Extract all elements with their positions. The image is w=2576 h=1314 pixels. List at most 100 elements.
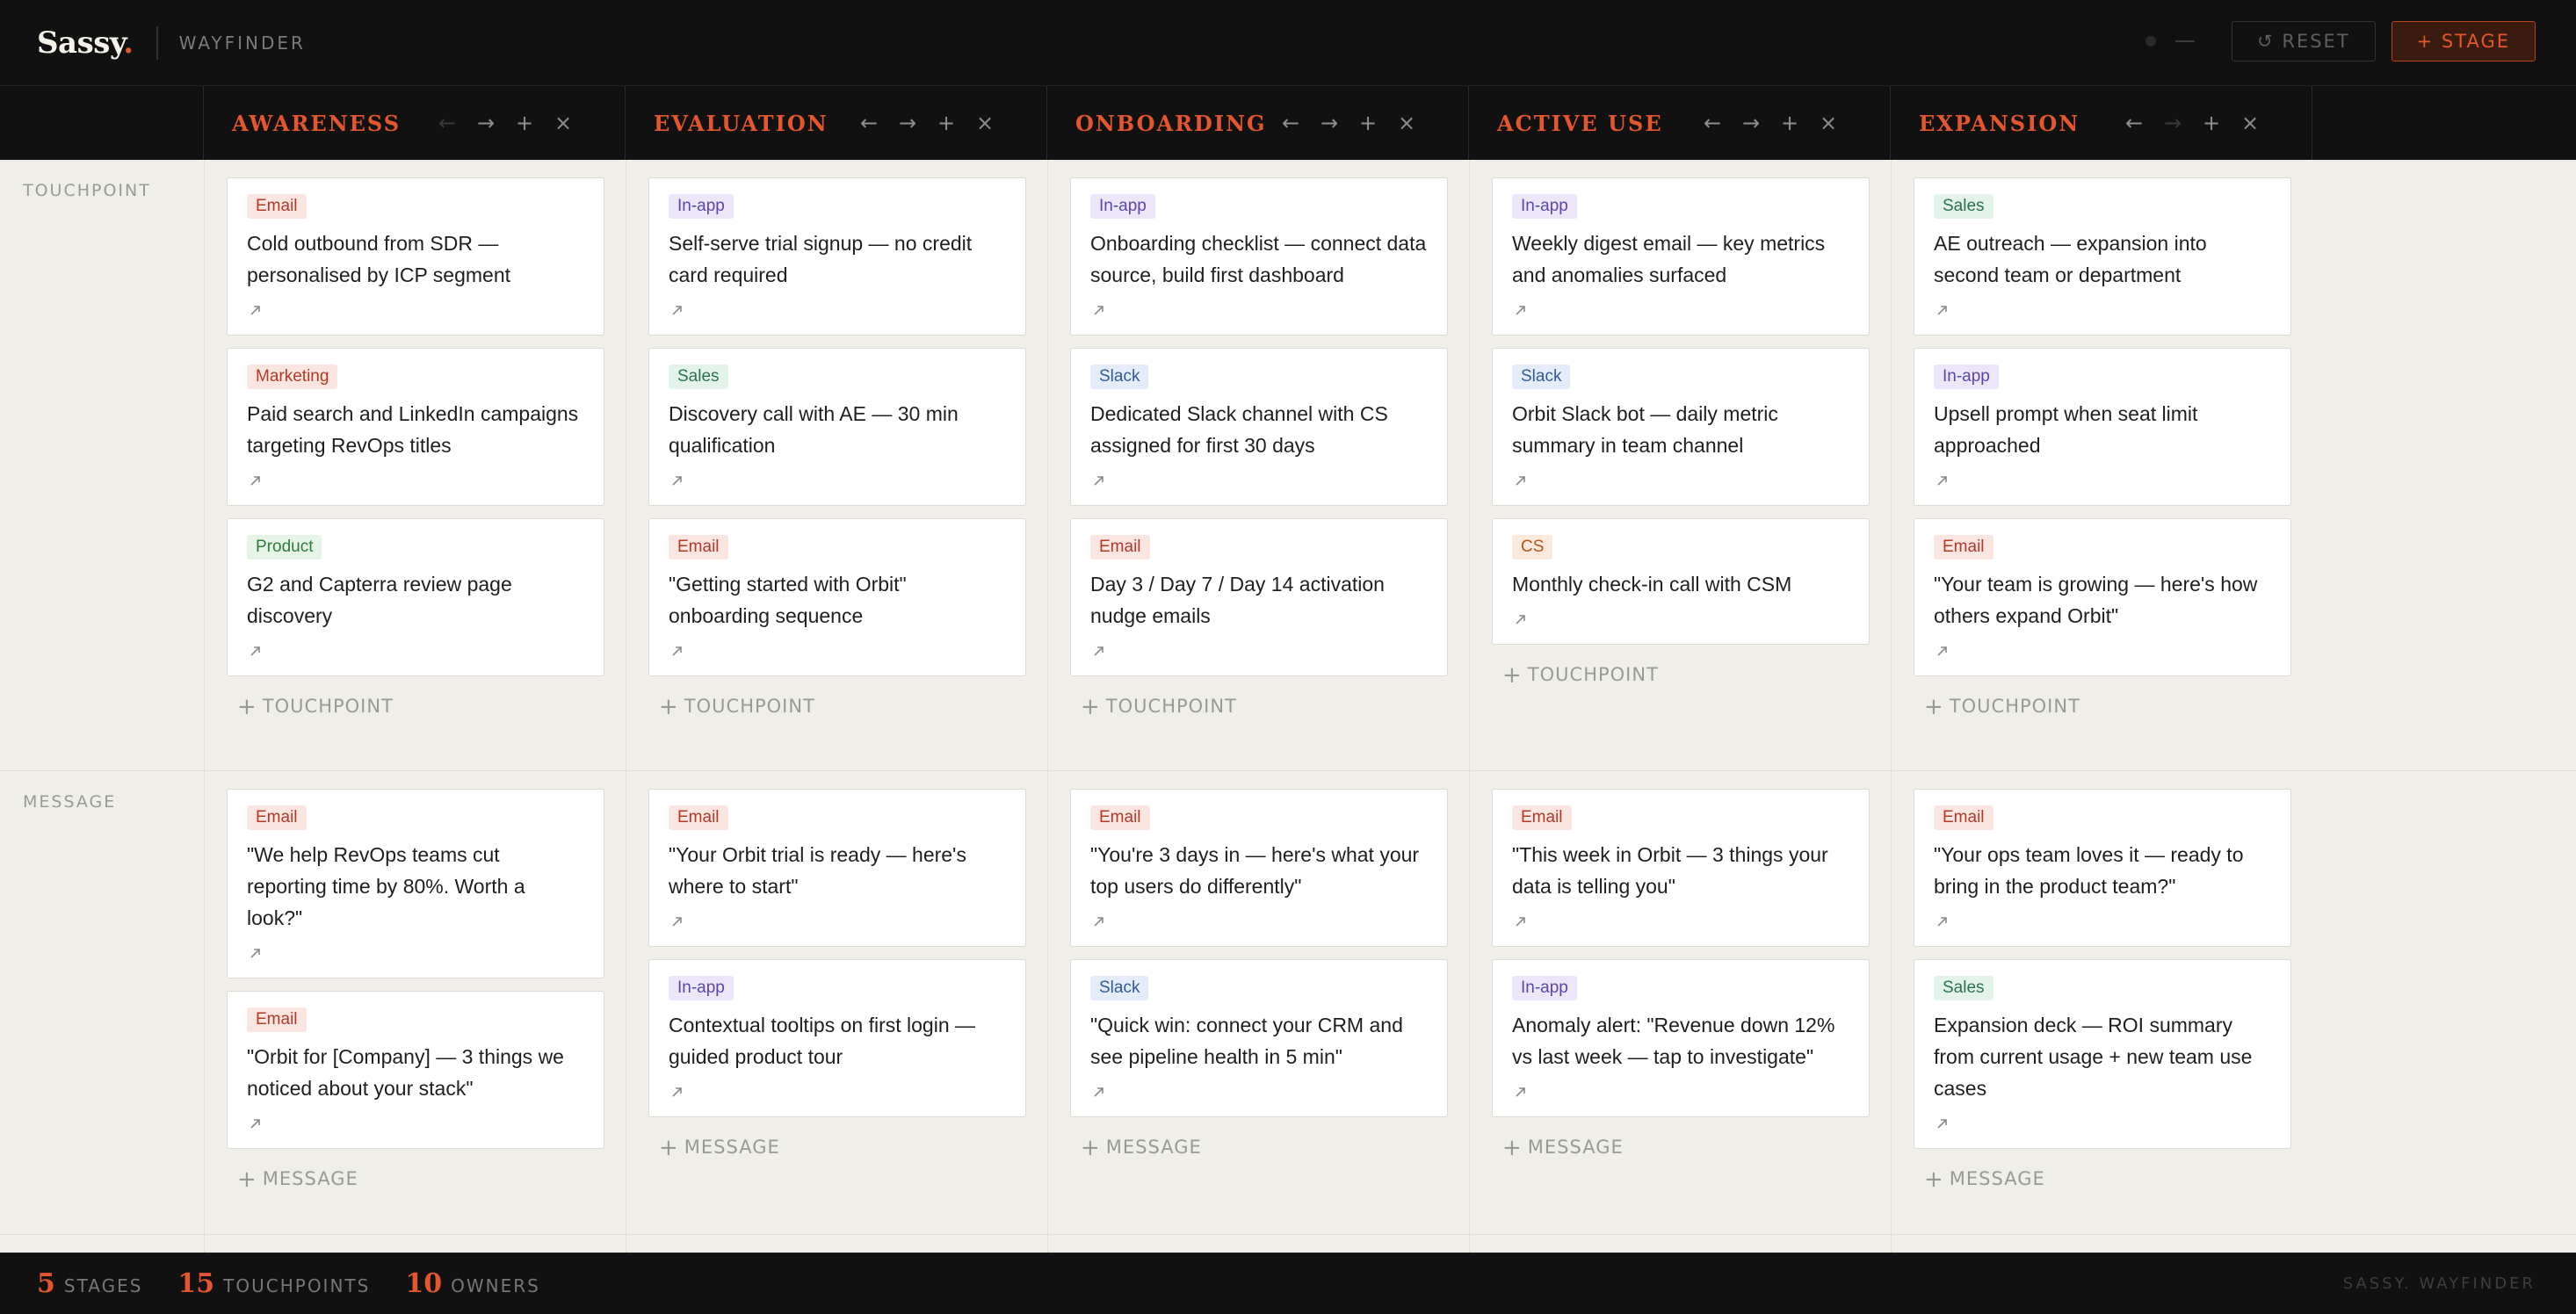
- touchpoint-card[interactable]: In-app Weekly digest email — key metrics …: [1492, 177, 1870, 336]
- arrow-up-right-icon[interactable]: [669, 642, 690, 663]
- message-card[interactable]: In-app Anomaly alert: "Revenue down 12% v…: [1492, 959, 1870, 1117]
- card-text[interactable]: "Getting started with Orbit" onboarding …: [669, 568, 1006, 632]
- touchpoint-card[interactable]: Marketing Paid search and LinkedIn campai…: [227, 348, 604, 506]
- arrow-up-right-icon[interactable]: [1934, 1115, 1955, 1136]
- arrow-up-right-icon[interactable]: [1090, 472, 1111, 493]
- message-card[interactable]: Email "Orbit for [Company] — 3 things we …: [227, 991, 604, 1149]
- touchpoint-card[interactable]: Email Cold outbound from SDR — personalis…: [227, 177, 604, 336]
- owner-tag[interactable]: Email: [669, 535, 728, 560]
- reset-button[interactable]: ↺ RESET: [2232, 21, 2376, 61]
- card-text[interactable]: Orbit Slack bot — daily metric summary i…: [1512, 398, 1849, 461]
- message-card[interactable]: Email "Your Orbit trial is ready — here's…: [648, 789, 1026, 947]
- card-text[interactable]: Contextual tooltips on first login — gui…: [669, 1009, 1006, 1072]
- touchpoint-card[interactable]: CS Monthly check-in call with CSM: [1492, 518, 1870, 645]
- card-text[interactable]: "This week in Orbit — 3 things your data…: [1512, 839, 1849, 902]
- message-card[interactable]: Email "You're 3 days in — here's what you…: [1070, 789, 1448, 947]
- arrow-up-right-icon[interactable]: [247, 472, 268, 493]
- owner-tag[interactable]: Email: [1090, 805, 1150, 830]
- card-text[interactable]: Anomaly alert: "Revenue down 12% vs last…: [1512, 1009, 1849, 1072]
- add-touchpoint-button[interactable]: + TOUCHPOINT: [1070, 689, 1448, 726]
- message-card[interactable]: Sales Expansion deck — ROI summary from c…: [1914, 959, 2291, 1149]
- card-text[interactable]: AE outreach — expansion into second team…: [1934, 227, 2271, 291]
- arrow-up-right-icon[interactable]: [1934, 472, 1955, 493]
- card-text[interactable]: "Quick win: connect your CRM and see pip…: [1090, 1009, 1428, 1072]
- remove-stage-icon[interactable]: ×: [2231, 111, 2269, 135]
- move-left-icon[interactable]: ←: [2115, 111, 2153, 135]
- add-stage-after-icon[interactable]: +: [505, 111, 544, 135]
- add-touchpoint-button[interactable]: + TOUCHPOINT: [227, 689, 604, 726]
- owner-tag[interactable]: Email: [1934, 805, 1994, 830]
- touchpoint-card[interactable]: Sales AE outreach — expansion into second…: [1914, 177, 2291, 336]
- owner-tag[interactable]: Slack: [1090, 976, 1149, 1000]
- owner-tag[interactable]: Slack: [1512, 365, 1571, 389]
- arrow-up-right-icon[interactable]: [247, 1115, 268, 1136]
- card-text[interactable]: Paid search and LinkedIn campaigns targe…: [247, 398, 584, 461]
- card-text[interactable]: Dedicated Slack channel with CS assigned…: [1090, 398, 1428, 461]
- arrow-up-right-icon[interactable]: [669, 472, 690, 493]
- move-right-icon[interactable]: →: [467, 111, 505, 135]
- add-touchpoint-button[interactable]: + TOUCHPOINT: [1914, 689, 2291, 726]
- owner-tag[interactable]: In-app: [1512, 194, 1577, 219]
- owner-tag[interactable]: Email: [669, 805, 728, 830]
- move-left-icon[interactable]: ←: [850, 111, 888, 135]
- add-message-button[interactable]: + MESSAGE: [648, 1130, 1026, 1166]
- move-right-icon[interactable]: →: [1732, 111, 1770, 135]
- owner-tag[interactable]: Sales: [1934, 194, 1994, 219]
- add-stage-after-icon[interactable]: +: [927, 111, 966, 135]
- message-card[interactable]: Email "This week in Orbit — 3 things your…: [1492, 789, 1870, 947]
- move-left-icon[interactable]: ←: [1693, 111, 1732, 135]
- arrow-up-right-icon[interactable]: [1512, 472, 1533, 493]
- owner-tag[interactable]: In-app: [1090, 194, 1155, 219]
- remove-stage-icon[interactable]: ×: [1387, 111, 1426, 135]
- arrow-up-right-icon[interactable]: [1090, 301, 1111, 322]
- arrow-up-right-icon[interactable]: [669, 1083, 690, 1104]
- card-text[interactable]: "We help RevOps teams cut reporting time…: [247, 839, 584, 934]
- minimize-icon[interactable]: [2175, 40, 2196, 42]
- add-message-button[interactable]: + MESSAGE: [1070, 1130, 1448, 1166]
- arrow-up-right-icon[interactable]: [1090, 913, 1111, 934]
- remove-stage-icon[interactable]: ×: [966, 111, 1004, 135]
- card-text[interactable]: Onboarding checklist — connect data sour…: [1090, 227, 1428, 291]
- arrow-up-right-icon[interactable]: [1934, 913, 1955, 934]
- owner-tag[interactable]: In-app: [1512, 976, 1577, 1000]
- touchpoint-card[interactable]: Product G2 and Capterra review page disco…: [227, 518, 604, 676]
- owner-tag[interactable]: CS: [1512, 535, 1553, 560]
- card-text[interactable]: Day 3 / Day 7 / Day 14 activation nudge …: [1090, 568, 1428, 632]
- owner-tag[interactable]: Email: [1934, 535, 1994, 560]
- add-stage-after-icon[interactable]: +: [1770, 111, 1809, 135]
- arrow-up-right-icon[interactable]: [1090, 642, 1111, 663]
- card-text[interactable]: Self-serve trial signup — no credit card…: [669, 227, 1006, 291]
- add-stage-after-icon[interactable]: +: [2192, 111, 2231, 135]
- arrow-up-right-icon[interactable]: [1934, 301, 1955, 322]
- owner-tag[interactable]: In-app: [669, 976, 734, 1000]
- touchpoint-card[interactable]: Email "Your team is growing — here's how …: [1914, 518, 2291, 676]
- owner-tag[interactable]: Product: [247, 535, 322, 560]
- touchpoint-card[interactable]: Email Day 3 / Day 7 / Day 14 activation n…: [1070, 518, 1448, 676]
- card-text[interactable]: Expansion deck — ROI summary from curren…: [1934, 1009, 2271, 1104]
- arrow-up-right-icon[interactable]: [669, 301, 690, 322]
- card-text[interactable]: Cold outbound from SDR — personalised by…: [247, 227, 584, 291]
- message-card[interactable]: Email "Your ops team loves it — ready to …: [1914, 789, 2291, 947]
- arrow-up-right-icon[interactable]: [247, 944, 268, 965]
- touchpoint-card[interactable]: In-app Onboarding checklist — connect dat…: [1070, 177, 1448, 336]
- card-text[interactable]: "Your Orbit trial is ready — here's wher…: [669, 839, 1006, 902]
- owner-tag[interactable]: Email: [247, 805, 307, 830]
- card-text[interactable]: "Your ops team loves it — ready to bring…: [1934, 839, 2271, 902]
- card-text[interactable]: Discovery call with AE — 30 min qualific…: [669, 398, 1006, 461]
- arrow-up-right-icon[interactable]: [247, 642, 268, 663]
- owner-tag[interactable]: Sales: [1934, 976, 1994, 1000]
- owner-tag[interactable]: Email: [247, 194, 307, 219]
- arrow-up-right-icon[interactable]: [1512, 610, 1533, 632]
- card-text[interactable]: "Orbit for [Company] — 3 things we notic…: [247, 1041, 584, 1104]
- message-card[interactable]: Slack "Quick win: connect your CRM and se…: [1070, 959, 1448, 1117]
- owner-tag[interactable]: In-app: [1934, 365, 1999, 389]
- arrow-up-right-icon[interactable]: [669, 913, 690, 934]
- add-message-button[interactable]: + MESSAGE: [1492, 1130, 1870, 1166]
- card-text[interactable]: Monthly check-in call with CSM: [1512, 568, 1849, 600]
- remove-stage-icon[interactable]: ×: [1809, 111, 1848, 135]
- card-text[interactable]: "You're 3 days in — here's what your top…: [1090, 839, 1428, 902]
- card-text[interactable]: G2 and Capterra review page discovery: [247, 568, 584, 632]
- move-left-icon[interactable]: ←: [428, 111, 467, 135]
- card-text[interactable]: Upsell prompt when seat limit approached: [1934, 398, 2271, 461]
- add-touchpoint-button[interactable]: + TOUCHPOINT: [648, 689, 1026, 726]
